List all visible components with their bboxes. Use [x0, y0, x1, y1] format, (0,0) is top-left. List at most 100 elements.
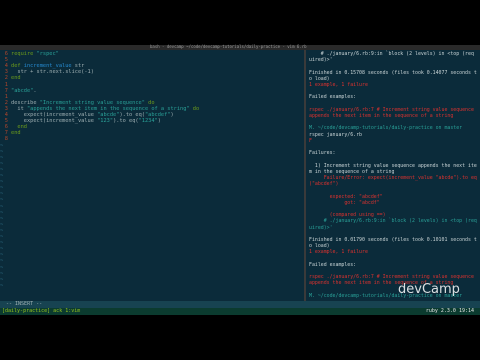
empty-line-tilde: ~	[0, 234, 4, 240]
code-token: .	[33, 87, 37, 94]
editor-line[interactable]: 3 str + str.next.slice(-1)	[0, 69, 94, 75]
terminal-output-line: Failed examples:	[309, 94, 357, 101]
line-number: 5	[4, 57, 8, 64]
vim-mode-indicator: -- INSERT --	[6, 301, 43, 307]
letterbox-top	[0, 0, 480, 45]
line-number: 2	[4, 75, 8, 82]
vim-editor-pane[interactable]: 6 require "rspec" 5 4 def increment_value st…	[0, 50, 304, 301]
empty-line-tilde: ~	[0, 203, 4, 210]
line-number: 1	[4, 81, 8, 88]
terminal-output-line: o load)	[309, 75, 330, 82]
editor-line[interactable]: 4 def increment_value str	[0, 63, 85, 70]
code-token: "appends the next item in the sequence o…	[26, 105, 190, 112]
terminal-output-line: Finished in 0.01790 seconds (files took …	[309, 237, 477, 243]
code-token: "abcde"	[97, 112, 120, 118]
empty-line-tilde: ~	[0, 246, 4, 253]
code-token: ).to eq(	[119, 112, 145, 118]
editor-line[interactable]: 7 end	[0, 130, 21, 136]
empty-line-tilde: ~	[0, 142, 4, 149]
line-number: 6	[4, 51, 8, 57]
code-token: str	[71, 63, 85, 70]
tmux-status-right: ruby 2.3.0 19:14	[425, 308, 474, 314]
code-token: do	[189, 105, 200, 112]
editor-line[interactable]: 2 describe "Increment string value sequen…	[0, 100, 155, 106]
code-token: expect(increment_value	[11, 112, 98, 118]
code-token: increment_value	[23, 63, 72, 70]
empty-line-tilde: ~	[0, 221, 4, 228]
terminal-output-line: appends the next item in the sequence of…	[309, 113, 454, 119]
code-token: )	[170, 112, 174, 118]
editor-line[interactable]: 1	[0, 82, 11, 88]
editor-line[interactable]: 6 end	[0, 124, 27, 130]
code-token: ).to eq(	[113, 118, 139, 125]
editor-line[interactable]: 8	[0, 136, 11, 142]
empty-line-tilde: ~	[0, 185, 4, 192]
terminal-output-line: uired)>'	[309, 57, 333, 64]
terminal-output-line: # ./january/6.rb:9:in `block (2 levels) …	[309, 218, 477, 225]
line-number: 1	[4, 93, 8, 100]
terminal-output-line: got: "abcdf"	[309, 199, 380, 206]
line-number: 8	[4, 136, 8, 143]
letterbox-bottom	[0, 315, 480, 360]
code-token: do	[144, 99, 155, 106]
terminal-output-line: ("abcdef")	[309, 181, 339, 188]
code-token: end	[11, 130, 21, 137]
line-number: 6	[4, 124, 8, 131]
editor-line[interactable]: 2 end	[0, 75, 21, 81]
line-number: 2	[4, 99, 8, 106]
code-token: "rspec"	[36, 51, 59, 57]
code-token: "123"	[97, 118, 114, 125]
empty-line-tilde: ~	[0, 264, 4, 271]
terminal-pane[interactable]: # ./january/6.rb:9:in `block (2 levels) …	[306, 50, 480, 301]
code-token: "Increment string value sequence"	[39, 99, 145, 106]
empty-line-tilde: ~	[0, 215, 4, 222]
terminal-output-line: 1 example, 1 failure	[309, 82, 368, 88]
editor-line[interactable]: 5	[0, 57, 11, 63]
line-number: 3	[4, 69, 8, 76]
code-token: str + str.next.slice(-1)	[11, 69, 94, 76]
empty-line-tilde: ~	[0, 276, 4, 283]
vim-statusline	[0, 301, 480, 308]
empty-line-tilde: ~	[0, 154, 4, 161]
terminal-output-line: uired)>'	[309, 224, 333, 231]
code-token: def	[11, 63, 24, 70]
code-token: end	[11, 124, 27, 131]
tmux-session-label[interactable]: [daily-practice] ack 1:vim	[2, 308, 80, 315]
empty-line-tilde: ~	[0, 240, 4, 247]
editor-line[interactable]: 1	[0, 94, 11, 100]
editor-line[interactable]: 5 expect(increment_value "123").to eq("1…	[0, 118, 161, 124]
terminal-output-line: Failure/Error: expect(increment_value "a…	[309, 175, 477, 181]
terminal-output-line: o load)	[309, 243, 330, 250]
line-number: 4	[4, 112, 8, 118]
terminal-output-line: # ./january/6.rb:9:in `block (2 levels) …	[309, 51, 474, 57]
editor-line[interactable]: 3 it "appends the next item in the seque…	[0, 106, 199, 112]
line-number: 7	[4, 87, 8, 94]
code-token: it	[11, 105, 27, 112]
terminal-output-line: Failures:	[309, 150, 336, 157]
empty-line-tilde: ~	[0, 197, 4, 204]
terminal-output-line: m in the sequence of a string	[309, 168, 395, 175]
terminal-output-line: 1 example, 1 failure	[309, 249, 368, 256]
terminal-output-line: Finished in 0.15708 seconds (files took …	[309, 69, 477, 76]
devcamp-watermark: devCamp	[398, 282, 460, 297]
empty-line-tilde: ~	[0, 209, 4, 216]
empty-line-tilde: ~	[0, 179, 4, 186]
empty-line-tilde: ~	[0, 258, 4, 265]
terminal-output-line: rspec ./january/6.rb:7 # Increment strin…	[309, 106, 474, 113]
empty-line-tilde: ~	[0, 148, 4, 155]
editor-line[interactable]: 4 expect(increment_value "abcde").to eq(…	[0, 112, 174, 118]
empty-line-tilde: ~	[0, 160, 4, 167]
code-token: "1234"	[138, 118, 158, 125]
terminal-output-line: expected: "abcdef"	[309, 193, 383, 200]
terminal-output-line: F	[309, 137, 312, 144]
editor-line[interactable]: 6 require "rspec"	[0, 51, 59, 57]
line-number: 7	[4, 130, 8, 137]
terminal-output-line: rspec ./january/6.rb:7 # Increment strin…	[309, 274, 474, 281]
terminal-output-line: rspec january/6.rb	[309, 131, 362, 138]
code-token: require	[11, 51, 37, 57]
line-number: 3	[4, 105, 8, 112]
window-title: bash - devcamp ~/code/devcamp-tutorials/…	[150, 44, 307, 49]
editor-line[interactable]: 7 "abcde".	[0, 88, 37, 94]
empty-line-tilde: ~	[0, 191, 4, 198]
code-token: "abcdef"	[144, 112, 171, 118]
